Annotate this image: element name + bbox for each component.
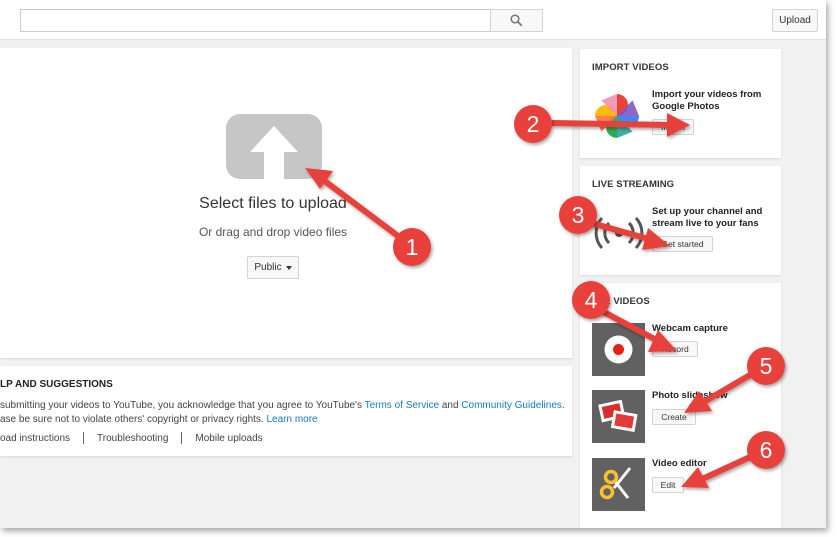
upload-instructions-link[interactable]: oad instructions (0, 433, 70, 444)
live-title: LIVE STREAMING (592, 179, 675, 190)
troubleshooting-link[interactable]: Troubleshooting (97, 433, 168, 444)
upload-button[interactable]: Upload (772, 9, 818, 32)
create-title: ATE VIDEOS (592, 296, 650, 307)
divider (181, 432, 183, 444)
learn-more-link[interactable]: Learn more (266, 414, 317, 425)
live-description: Set up your channel and stream live to y… (652, 206, 763, 229)
page-gutter (783, 40, 826, 528)
slideshow-label: Photo slideshow (652, 390, 728, 401)
privacy-dropdown[interactable]: Public (247, 256, 299, 279)
chevron-down-icon (285, 265, 292, 270)
editor-thumbnail[interactable] (592, 458, 645, 511)
guidelines-link[interactable]: Community Guidelines (461, 400, 562, 411)
help-text-prefix: submitting your videos to YouTube, you a… (0, 400, 365, 411)
help-title: LP AND SUGGESTIONS (0, 379, 113, 390)
photos-icon (592, 390, 645, 443)
broadcast-icon (594, 216, 644, 250)
search-button[interactable] (490, 9, 543, 32)
create-videos-card: ATE VIDEOS Webcam capture Record Photo s… (580, 283, 781, 528)
search-input[interactable] (20, 9, 490, 32)
live-streaming-card: LIVE STREAMING Set up your channel and s… (580, 166, 781, 275)
select-files-title[interactable]: Select files to upload (0, 195, 546, 213)
help-links: oad instructions Troubleshooting Mobile … (0, 432, 263, 444)
slideshow-thumbnail[interactable] (592, 390, 645, 443)
record-icon (592, 323, 645, 376)
divider (83, 432, 85, 444)
help-text-prefix-2: ase be sure not to violate others' copyr… (0, 414, 267, 425)
import-videos-card: IMPORT VIDEOS Import your videos from Go… (580, 49, 781, 158)
webcam-thumbnail[interactable] (592, 323, 645, 376)
help-text-period: . (561, 400, 565, 411)
help-text-and: and (439, 400, 462, 411)
help-text-line-1: submitting your videos to YouTube, you a… (0, 400, 565, 411)
import-button[interactable]: Import (652, 119, 694, 135)
search-icon (510, 14, 523, 27)
top-bar: Upload (0, 0, 826, 40)
terms-link[interactable]: Terms of Service (365, 400, 439, 411)
upload-drop-zone[interactable]: Select files to upload Or drag and drop … (0, 48, 572, 358)
upload-arrow-icon[interactable] (226, 114, 322, 179)
get-started-button[interactable]: Get started (652, 236, 713, 252)
youtube-upload-window: Upload Select files to upload Or drag an… (0, 0, 826, 528)
drag-drop-hint: Or drag and drop video files (198, 225, 348, 239)
help-text-line-2: ase be sure not to violate others' copyr… (0, 414, 318, 425)
scissors-icon (592, 458, 645, 511)
import-title: IMPORT VIDEOS (592, 62, 669, 73)
google-photos-icon (595, 94, 639, 138)
edit-button[interactable]: Edit (652, 477, 684, 493)
privacy-value: Public (254, 262, 282, 273)
mobile-uploads-link[interactable]: Mobile uploads (195, 433, 262, 444)
record-button[interactable]: Record (652, 341, 698, 357)
import-description: Import your videos from Google Photos (652, 89, 762, 112)
create-button[interactable]: Create (652, 409, 696, 425)
webcam-label: Webcam capture (652, 323, 728, 334)
editor-label: Video editor (652, 458, 707, 469)
